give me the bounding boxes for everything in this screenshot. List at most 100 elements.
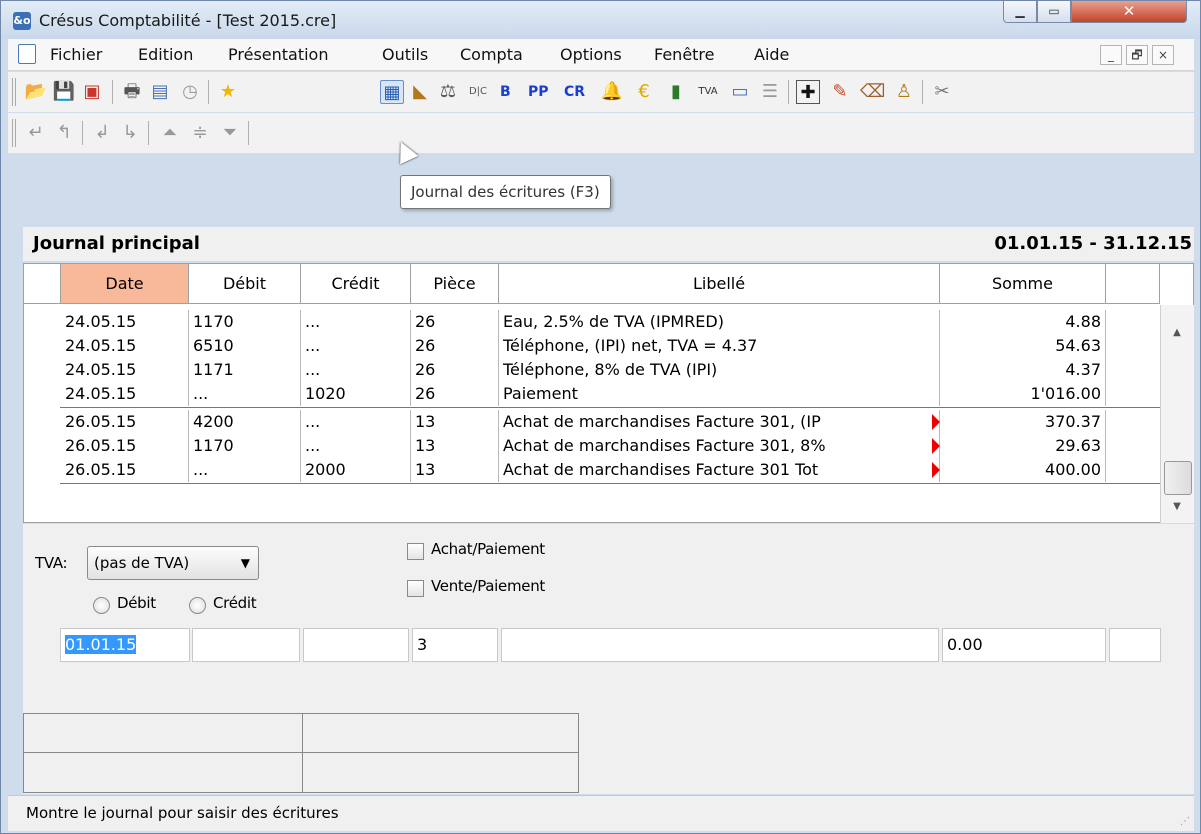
tva-report-icon[interactable]: ▭ <box>728 80 752 104</box>
resize-grip-icon[interactable]: ⋰ <box>1180 816 1190 827</box>
cell-credit[interactable]: 1020 <box>301 382 411 406</box>
cell-debit[interactable]: ... <box>189 382 301 406</box>
close-button[interactable]: ✕ <box>1071 1 1187 23</box>
scroll-down-icon[interactable]: ▼ <box>1169 501 1185 512</box>
toolbar-grip[interactable] <box>12 119 16 147</box>
delete-line-icon[interactable]: ↰ <box>52 121 76 145</box>
cell-debit[interactable]: 4200 <box>189 410 301 434</box>
clock-icon[interactable]: ◷ <box>178 80 202 104</box>
paste-line-icon[interactable]: ↳ <box>118 121 142 145</box>
debit-input[interactable] <box>192 628 300 662</box>
cell-piece[interactable]: 26 <box>411 334 499 358</box>
cell-libelle[interactable]: Eau, 2.5% de TVA (IPMRED) <box>499 310 940 334</box>
chart-icon[interactable]: ▮ <box>664 80 688 104</box>
toolbar-grip[interactable] <box>12 78 16 106</box>
cell-debit[interactable]: 1171 <box>189 358 301 382</box>
col-header-date[interactable]: Date <box>61 264 189 304</box>
achat-paiement-checkbox[interactable] <box>407 543 424 560</box>
somme-input[interactable]: 0.00 <box>942 628 1106 662</box>
col-header-somme[interactable]: Somme <box>940 264 1106 304</box>
cell-credit[interactable]: ... <box>301 310 411 334</box>
cell-somme[interactable]: 1'016.00 <box>940 382 1106 406</box>
cell-debit[interactable]: 6510 <box>189 334 301 358</box>
col-header-libelle[interactable]: Libellé <box>499 264 940 304</box>
move-middle-icon[interactable]: ≑ <box>188 121 212 145</box>
magic-wand-icon[interactable]: ✎ <box>828 80 852 104</box>
save-as-icon[interactable]: ▣ <box>80 80 104 104</box>
mdi-close-button[interactable]: × <box>1152 45 1174 65</box>
title-bar[interactable]: &o Crésus Comptabilité - [Test 2015.cre]… <box>1 1 1200 39</box>
vente-paiement-checkbox[interactable] <box>407 580 424 597</box>
cell-piece[interactable]: 13 <box>411 410 499 434</box>
bell-icon[interactable]: 🔔 <box>600 80 624 104</box>
cell-date[interactable]: 26.05.15 <box>61 410 189 434</box>
debit-radio[interactable] <box>93 597 110 614</box>
cell-libelle[interactable]: Achat de marchandises Facture 301 Tot <box>499 458 940 482</box>
cell-piece[interactable]: 26 <box>411 358 499 382</box>
menu-fenetre[interactable]: Fenêtre <box>654 45 715 64</box>
date-input[interactable]: 01.01.15 <box>60 628 190 662</box>
credit-input[interactable] <box>303 628 409 662</box>
cell-somme[interactable]: 4.37 <box>940 358 1106 382</box>
document-icon[interactable] <box>18 44 36 64</box>
menu-presentation[interactable]: Présentation <box>228 45 328 64</box>
app-logo-icon[interactable]: &o <box>13 12 31 30</box>
mdi-restore-button[interactable]: 🗗 <box>1126 45 1148 65</box>
cell-piece[interactable]: 13 <box>411 458 499 482</box>
journal-grid[interactable]: Date Débit Crédit Pièce Libellé Somme 24… <box>23 263 1194 523</box>
menu-fichier[interactable]: Fichier <box>50 45 102 64</box>
cell-credit[interactable]: ... <box>301 358 411 382</box>
cell-piece[interactable]: 26 <box>411 310 499 334</box>
mdi-minimize-button[interactable]: _ <box>1100 45 1122 65</box>
cell-libelle[interactable]: Achat de marchandises Facture 301, 8% <box>499 434 940 458</box>
debit-credit-icon[interactable]: D|C <box>466 80 490 104</box>
bilan-button[interactable]: B <box>500 80 511 104</box>
eraser-icon[interactable]: ⌫ <box>860 80 885 104</box>
menu-outils[interactable]: Outils <box>382 45 428 64</box>
ruler-icon[interactable]: ◣ <box>408 80 432 104</box>
menu-edition[interactable]: Edition <box>138 45 193 64</box>
tools-icon[interactable]: ✂ <box>930 80 954 104</box>
minimize-button[interactable]: ▁ <box>1003 1 1037 23</box>
add-entry-icon[interactable]: ✚ <box>796 80 820 104</box>
tva-select[interactable]: (pas de TVA) ▼ <box>87 546 259 580</box>
save-icon[interactable]: 💾 <box>52 80 76 104</box>
print-preview-icon[interactable]: ▤ <box>148 80 172 104</box>
scroll-thumb[interactable] <box>1164 461 1192 495</box>
cell-debit[interactable]: 1170 <box>189 310 301 334</box>
cell-debit[interactable]: ... <box>189 458 301 482</box>
euro-icon[interactable]: € <box>632 80 656 104</box>
cell-libelle[interactable]: Paiement <box>499 382 940 406</box>
scroll-up-icon[interactable]: ▲ <box>1169 327 1185 338</box>
col-header-piece[interactable]: Pièce <box>411 264 499 304</box>
cell-libelle[interactable]: Téléphone, (IPI) net, TVA = 4.37 <box>499 334 940 358</box>
cell-somme[interactable]: 29.63 <box>940 434 1106 458</box>
cell-libelle[interactable]: Téléphone, 8% de TVA (IPI) <box>499 358 940 382</box>
move-up-icon[interactable]: ⏶ <box>158 121 182 145</box>
cell-somme[interactable]: 54.63 <box>940 334 1106 358</box>
cell-credit[interactable]: ... <box>301 434 411 458</box>
user-icon[interactable]: ♙ <box>892 80 916 104</box>
print-icon[interactable]: 🖶 <box>120 80 144 104</box>
pertes-profits-button[interactable]: PP <box>528 80 549 104</box>
cell-date[interactable]: 26.05.15 <box>61 434 189 458</box>
cell-credit[interactable]: ... <box>301 410 411 434</box>
col-header-debit[interactable]: Débit <box>189 264 301 304</box>
compte-resultat-button[interactable]: CR <box>564 80 585 104</box>
cell-date[interactable]: 26.05.15 <box>61 458 189 482</box>
star-icon[interactable]: ★ <box>216 80 240 104</box>
libelle-input[interactable] <box>501 628 939 662</box>
open-icon[interactable]: 📂 <box>24 80 48 104</box>
tva-table-icon[interactable]: TVA <box>696 80 720 104</box>
cell-piece[interactable]: 13 <box>411 434 499 458</box>
maximize-button[interactable]: ▭ <box>1037 1 1071 23</box>
cell-libelle[interactable]: Achat de marchandises Facture 301, (IP <box>499 410 940 434</box>
cell-debit[interactable]: 1170 <box>189 434 301 458</box>
menu-compta[interactable]: Compta <box>460 45 523 64</box>
col-header-credit[interactable]: Crédit <box>301 264 411 304</box>
menu-aide[interactable]: Aide <box>754 45 789 64</box>
col-header-extra[interactable] <box>1106 264 1160 304</box>
cell-somme[interactable]: 400.00 <box>940 458 1106 482</box>
journal-icon[interactable]: ▦ <box>380 80 404 104</box>
list-icon[interactable]: ☰ <box>758 80 782 104</box>
